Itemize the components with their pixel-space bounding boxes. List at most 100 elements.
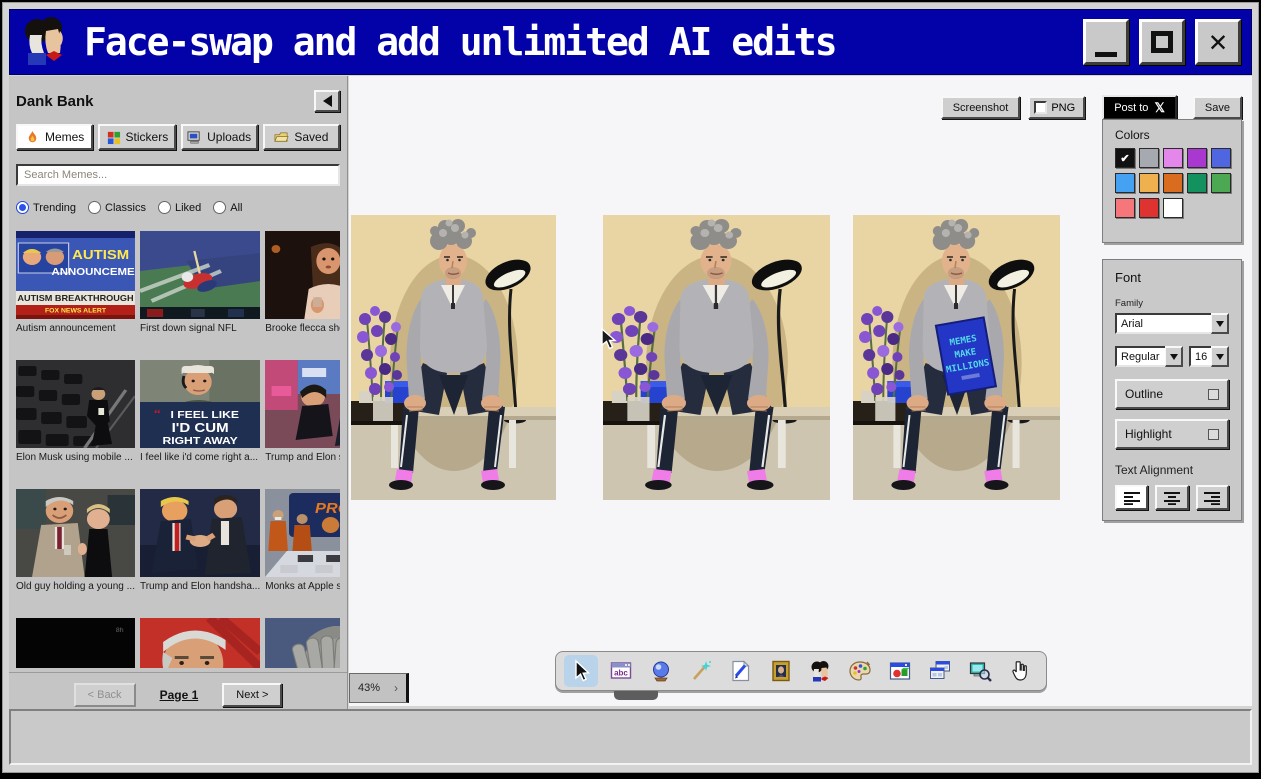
meme-thumb-autism-announcement[interactable]: AUTISM ANNOUNCEMENT AUTISM BREAKTHROUGH … [16,231,135,334]
meme-thumb-trump-elon-sitting[interactable]: Trump and Elon sitting t... [265,360,340,463]
search-computer-icon [968,659,992,683]
color-swatch[interactable] [1163,198,1183,218]
screenshot-button[interactable]: Screenshot [941,96,1021,119]
color-swatch[interactable] [1163,173,1183,193]
colors-title: Colors [1115,128,1229,142]
color-swatch[interactable] [1115,198,1135,218]
search-computer-tool-button[interactable] [963,655,997,687]
palette-tool-button[interactable] [843,655,877,687]
save-button[interactable]: Save [1193,96,1242,119]
tab-memes[interactable]: Memes [16,124,93,150]
font-weight-select[interactable]: Regular [1115,346,1183,367]
meme-filters: Trending Classics Liked All [16,201,340,214]
tab-uploads[interactable]: Uploads [181,124,258,150]
outline-checkbox[interactable] [1208,389,1219,400]
color-swatch[interactable] [1139,198,1159,218]
magic-wand-tool-button[interactable] [684,655,718,687]
windows-cascade-tool-button[interactable] [923,655,957,687]
tab-stickers[interactable]: Stickers [98,124,175,150]
maximize-button[interactable] [1139,19,1185,65]
meme-thumb-tweet[interactable]: 8h [16,618,135,668]
dropdown-button[interactable] [1165,346,1183,367]
png-toggle[interactable]: PNG [1028,96,1085,119]
close-icon: ✕ [1209,27,1227,57]
filter-liked[interactable]: Liked [158,201,201,214]
cascade-windows-icon [928,659,952,683]
zoom-indicator[interactable]: 43% › [349,673,409,703]
meme-thumb-brooke-shocked[interactable]: Brooke flecca shocked [265,231,340,334]
filter-all-label: All [230,202,242,214]
meme-image: AUTISM ANNOUNCEMENT AUTISM BREAKTHROUGH … [16,231,135,319]
font-family-select[interactable]: Arial [1115,313,1229,334]
font-size-select[interactable]: 16 [1189,346,1229,367]
close-button[interactable]: ✕ [1195,19,1241,65]
svg-text:AUTISM BREAKTHROUGH: AUTISM BREAKTHROUGH [17,294,133,303]
cursor-icon [569,659,593,683]
minimize-button[interactable] [1083,19,1129,65]
png-checkbox[interactable] [1034,101,1047,114]
filter-all[interactable]: All [213,201,242,214]
meme-caption: First down signal NFL [140,323,260,334]
toolbar-grip[interactable] [614,691,658,700]
svg-text:abc: abc [614,669,628,678]
canvas-image-1[interactable] [351,215,556,500]
hand-tool-button[interactable] [1003,655,1037,687]
color-swatch[interactable] [1163,148,1183,168]
select-tool-button[interactable] [564,655,598,687]
align-left-button[interactable] [1115,485,1148,510]
back-button[interactable]: < Back [74,683,136,707]
svg-text:RIGHT AWAY: RIGHT AWAY [162,436,238,447]
align-center-icon [1163,491,1181,505]
meme-thumb-elon-mobile[interactable]: Elon Musk using mobile ... [16,360,135,463]
image-window-tool-button[interactable] [883,655,917,687]
magic-wand-icon [689,659,713,683]
meme-thumb-old-guy[interactable]: Old guy holding a young ... [16,489,135,592]
color-swatch[interactable] [1211,173,1231,193]
page-indicator[interactable]: Page 1 [160,688,199,702]
next-button[interactable]: Next > [222,683,282,707]
dropdown-button[interactable] [1211,313,1229,334]
frame-tool-button[interactable] [764,655,798,687]
meme-caption: Old guy holding a young ... [16,581,135,592]
meme-thumb-monks-apple[interactable]: PRO Monks at Apple store [265,489,340,592]
color-swatch[interactable] [1187,173,1207,193]
post-to-x-button[interactable]: Post to 𝕏 [1102,95,1177,120]
align-right-icon [1203,491,1221,505]
color-swatch[interactable] [1139,173,1159,193]
canvas-image-2[interactable] [603,215,830,500]
radio-icon [16,201,29,214]
filter-classics[interactable]: Classics [88,201,146,214]
editor-canvas[interactable]: MEMES MAKE MILLIONS Screenshot PNG Post … [349,76,1252,706]
align-right-button[interactable] [1196,485,1229,510]
highlight-checkbox[interactable] [1208,429,1219,440]
post-label: Post to [1114,102,1148,114]
meme-thumb-feel-like[interactable]: “ I FEEL LIKE I'D CUM RIGHT AWAY I feel … [140,360,260,463]
color-swatch[interactable]: ✔ [1115,148,1135,168]
meme-thumb-first-down-nfl[interactable]: First down signal NFL [140,231,260,334]
crystal-ball-tool-button[interactable] [644,655,678,687]
face-swap-icon [808,659,832,683]
color-swatch[interactable] [1139,148,1159,168]
color-swatch[interactable] [1211,148,1231,168]
tab-saved[interactable]: Saved [263,124,340,150]
color-swatch[interactable] [1115,173,1135,193]
filter-trending[interactable]: Trending [16,201,76,214]
meme-thumb-trump-elon-handshake[interactable]: Trump and Elon handsha... [140,489,260,592]
face-swap-tool-button[interactable] [803,655,837,687]
font-panel: Font Family Arial Regular 16 Outline [1102,259,1242,521]
canvas-image-3[interactable]: MEMES MAKE MILLIONS [853,215,1060,500]
search-input[interactable] [16,164,340,186]
outline-toggle[interactable]: Outline [1115,379,1229,409]
meme-thumb-facepalm[interactable] [265,618,340,668]
radio-icon [88,201,101,214]
color-swatch[interactable] [1187,148,1207,168]
draw-tool-button[interactable] [724,655,758,687]
meme-thumb-mourinho[interactable] [140,618,260,668]
align-center-button[interactable] [1155,485,1188,510]
meme-image [140,231,260,319]
minimize-icon [1095,52,1117,57]
dropdown-button[interactable] [1211,346,1229,367]
highlight-toggle[interactable]: Highlight [1115,419,1229,449]
collapse-sidebar-button[interactable] [314,90,340,112]
text-tool-button[interactable]: abc [604,655,638,687]
